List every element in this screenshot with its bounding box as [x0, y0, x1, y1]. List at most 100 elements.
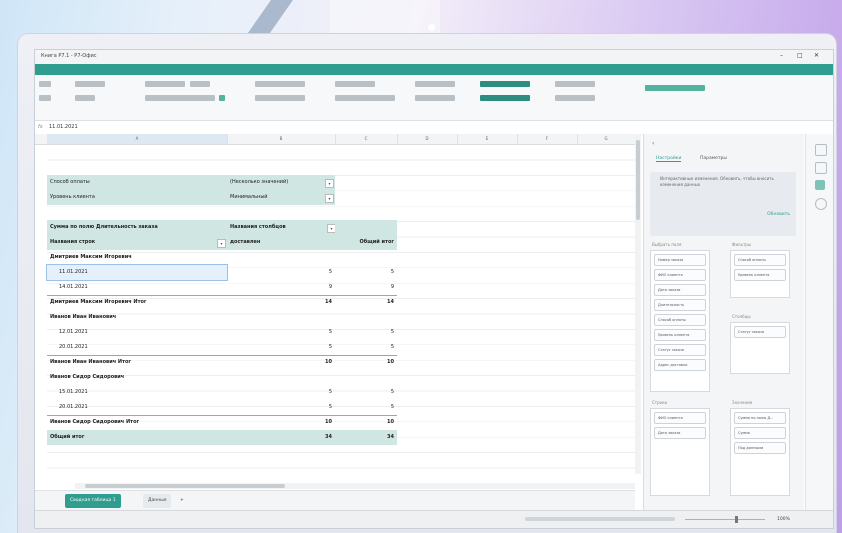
sheet-tab-data[interactable]: Данные	[143, 494, 172, 508]
zoom-slider-handle[interactable]	[735, 516, 738, 523]
grand-total-value[interactable]: 34	[227, 430, 335, 445]
fields-list[interactable]: Номер заказа ФИО клиента Дата заказа Дли…	[650, 250, 710, 392]
horizontal-scroll-thumb[interactable]	[85, 484, 285, 488]
comments-icon[interactable]	[815, 198, 827, 210]
row-labels-dropdown-icon[interactable]: ▾	[217, 239, 226, 248]
item-total[interactable]: 5	[335, 325, 397, 340]
tab-parameters[interactable]: Параметры	[700, 156, 727, 161]
pivot-settings-icon[interactable]	[815, 180, 825, 190]
column-chip[interactable]: Статус заказа	[734, 326, 786, 338]
grand-total-total[interactable]: 34	[335, 430, 397, 445]
pivot-tools[interactable]	[480, 81, 530, 87]
field-item[interactable]: Номер заказа	[654, 254, 706, 266]
item-value[interactable]: 5	[227, 265, 335, 280]
column-header[interactable]: G	[577, 134, 636, 144]
tab-settings[interactable]: Настройки	[656, 156, 682, 162]
subtotal-value[interactable]: 10	[227, 355, 335, 370]
font-size-select[interactable]	[190, 81, 210, 87]
rows-area[interactable]: ФИО клиента Дата заказа	[650, 408, 710, 496]
zoom-level[interactable]: 100%	[777, 517, 790, 522]
row-labels-header[interactable]: Названия строк	[47, 235, 227, 250]
subtotal-row-label[interactable]: Иванов Сидор Сидорович Итог	[47, 415, 227, 430]
value-position-select[interactable]: Под данными	[734, 442, 786, 454]
number-format-select[interactable]	[335, 81, 375, 87]
grand-total-header[interactable]: Общий итог	[335, 235, 397, 250]
copy-button[interactable]	[39, 95, 51, 101]
item-value[interactable]: 9	[227, 280, 335, 295]
columns-area[interactable]: Статус заказа	[730, 322, 790, 374]
item-value[interactable]: 5	[227, 385, 335, 400]
pivot-tools-2[interactable]	[480, 95, 530, 101]
maximize-icon[interactable]: □	[797, 52, 803, 59]
subtotal-row-label[interactable]: Иванов Иван Иванович Итог	[47, 355, 227, 370]
filters-area[interactable]: Способ оплаты Уровень клиента	[730, 250, 790, 298]
subtotal-total[interactable]: 10	[335, 415, 397, 430]
item-row-label[interactable]: 14.01.2021	[47, 280, 227, 295]
column-header[interactable]: E	[457, 134, 518, 144]
item-total[interactable]: 5	[335, 265, 397, 280]
row-chip[interactable]: Дата заказа	[654, 427, 706, 439]
sheet-tab-pivot[interactable]: Сводная таблица 1	[65, 494, 121, 508]
filter-chip[interactable]: Способ оплаты	[734, 254, 786, 266]
item-total[interactable]: 9	[335, 280, 397, 295]
number-format-buttons[interactable]	[335, 95, 395, 101]
filter-buttons[interactable]	[415, 95, 455, 101]
field-item[interactable]: Способ оплаты	[654, 314, 706, 326]
item-row-label[interactable]: 15.01.2021	[47, 385, 227, 400]
item-row-label[interactable]: 20.01.2021	[47, 340, 227, 355]
field-item[interactable]: Дата заказа	[654, 284, 706, 296]
column-header[interactable]: C	[335, 134, 398, 144]
vertical-scroll-thumb[interactable]	[636, 140, 640, 220]
font-family-select[interactable]	[145, 81, 185, 87]
filter-value[interactable]: (Несколько значений)	[227, 175, 335, 190]
item-value[interactable]: 5	[227, 340, 335, 355]
column-labels-header[interactable]: Названия столбцов	[227, 220, 335, 235]
horizontal-scrollbar[interactable]	[75, 483, 635, 489]
merge-buttons[interactable]	[255, 95, 305, 101]
panel-back-icon[interactable]: ‹	[652, 140, 654, 147]
field-item[interactable]: ФИО клиента	[654, 269, 706, 281]
close-icon[interactable]: ✕	[814, 52, 819, 59]
group-row-label[interactable]: Дмитриев Максим Игоревич	[47, 250, 227, 265]
grand-total-row-label[interactable]: Общий итог	[47, 430, 227, 445]
column-header[interactable]: F	[517, 134, 578, 144]
item-total[interactable]: 5	[335, 385, 397, 400]
item-value[interactable]: 5	[227, 400, 335, 415]
undo-button[interactable]	[75, 81, 105, 87]
filter-label[interactable]: Способ оплаты	[47, 175, 227, 190]
field-item[interactable]: Адрес доставки	[654, 359, 706, 371]
row-chip[interactable]: ФИО клиента	[654, 412, 706, 424]
subtotal-value[interactable]: 14	[227, 295, 335, 310]
style-gallery[interactable]	[645, 85, 705, 91]
minimize-icon[interactable]: –	[780, 52, 783, 59]
refresh-link[interactable]: Обновить	[767, 212, 790, 217]
select-button[interactable]	[555, 95, 595, 101]
item-total[interactable]: 5	[335, 340, 397, 355]
zoom-slider[interactable]	[685, 519, 765, 520]
add-sheet-button[interactable]: +	[175, 494, 189, 508]
redo-button[interactable]	[75, 95, 95, 101]
filter-dropdown-icon[interactable]: ▾	[325, 179, 334, 188]
values-area[interactable]: Сумма по полю Д... Сумма Под данными	[730, 408, 790, 496]
column-header[interactable]: D	[397, 134, 458, 144]
align-buttons[interactable]	[255, 81, 305, 87]
item-row-label[interactable]: 20.01.2021	[47, 400, 227, 415]
field-item[interactable]: Длительность	[654, 299, 706, 311]
group-row-label[interactable]: Иванов Сидор Сидорович	[47, 370, 227, 385]
field-item[interactable]: Уровень клиента	[654, 329, 706, 341]
filter-label[interactable]: Уровень клиента	[47, 190, 227, 205]
field-item[interactable]: Статус заказа	[654, 344, 706, 356]
sheet-grid[interactable]: Способ оплаты (Несколько значений) ▾ Уро…	[46, 145, 635, 475]
item-row-label[interactable]: 11.01.2021	[46, 264, 228, 281]
refresh-button[interactable]	[555, 81, 595, 87]
column-header[interactable]: A	[47, 134, 228, 144]
formula-bar[interactable]: fx 11.01.2021	[35, 122, 635, 132]
subtotal-row-label[interactable]: Дмитриев Максим Игоревич Итог	[47, 295, 227, 310]
filter-chip[interactable]: Уровень клиента	[734, 269, 786, 281]
paste-button[interactable]	[39, 81, 51, 87]
settings-icon[interactable]	[815, 162, 827, 174]
filter-value[interactable]: Минимальный	[227, 190, 335, 205]
fill-color-button[interactable]	[219, 95, 225, 101]
sort-buttons[interactable]	[415, 81, 455, 87]
subtotal-total[interactable]: 10	[335, 355, 397, 370]
